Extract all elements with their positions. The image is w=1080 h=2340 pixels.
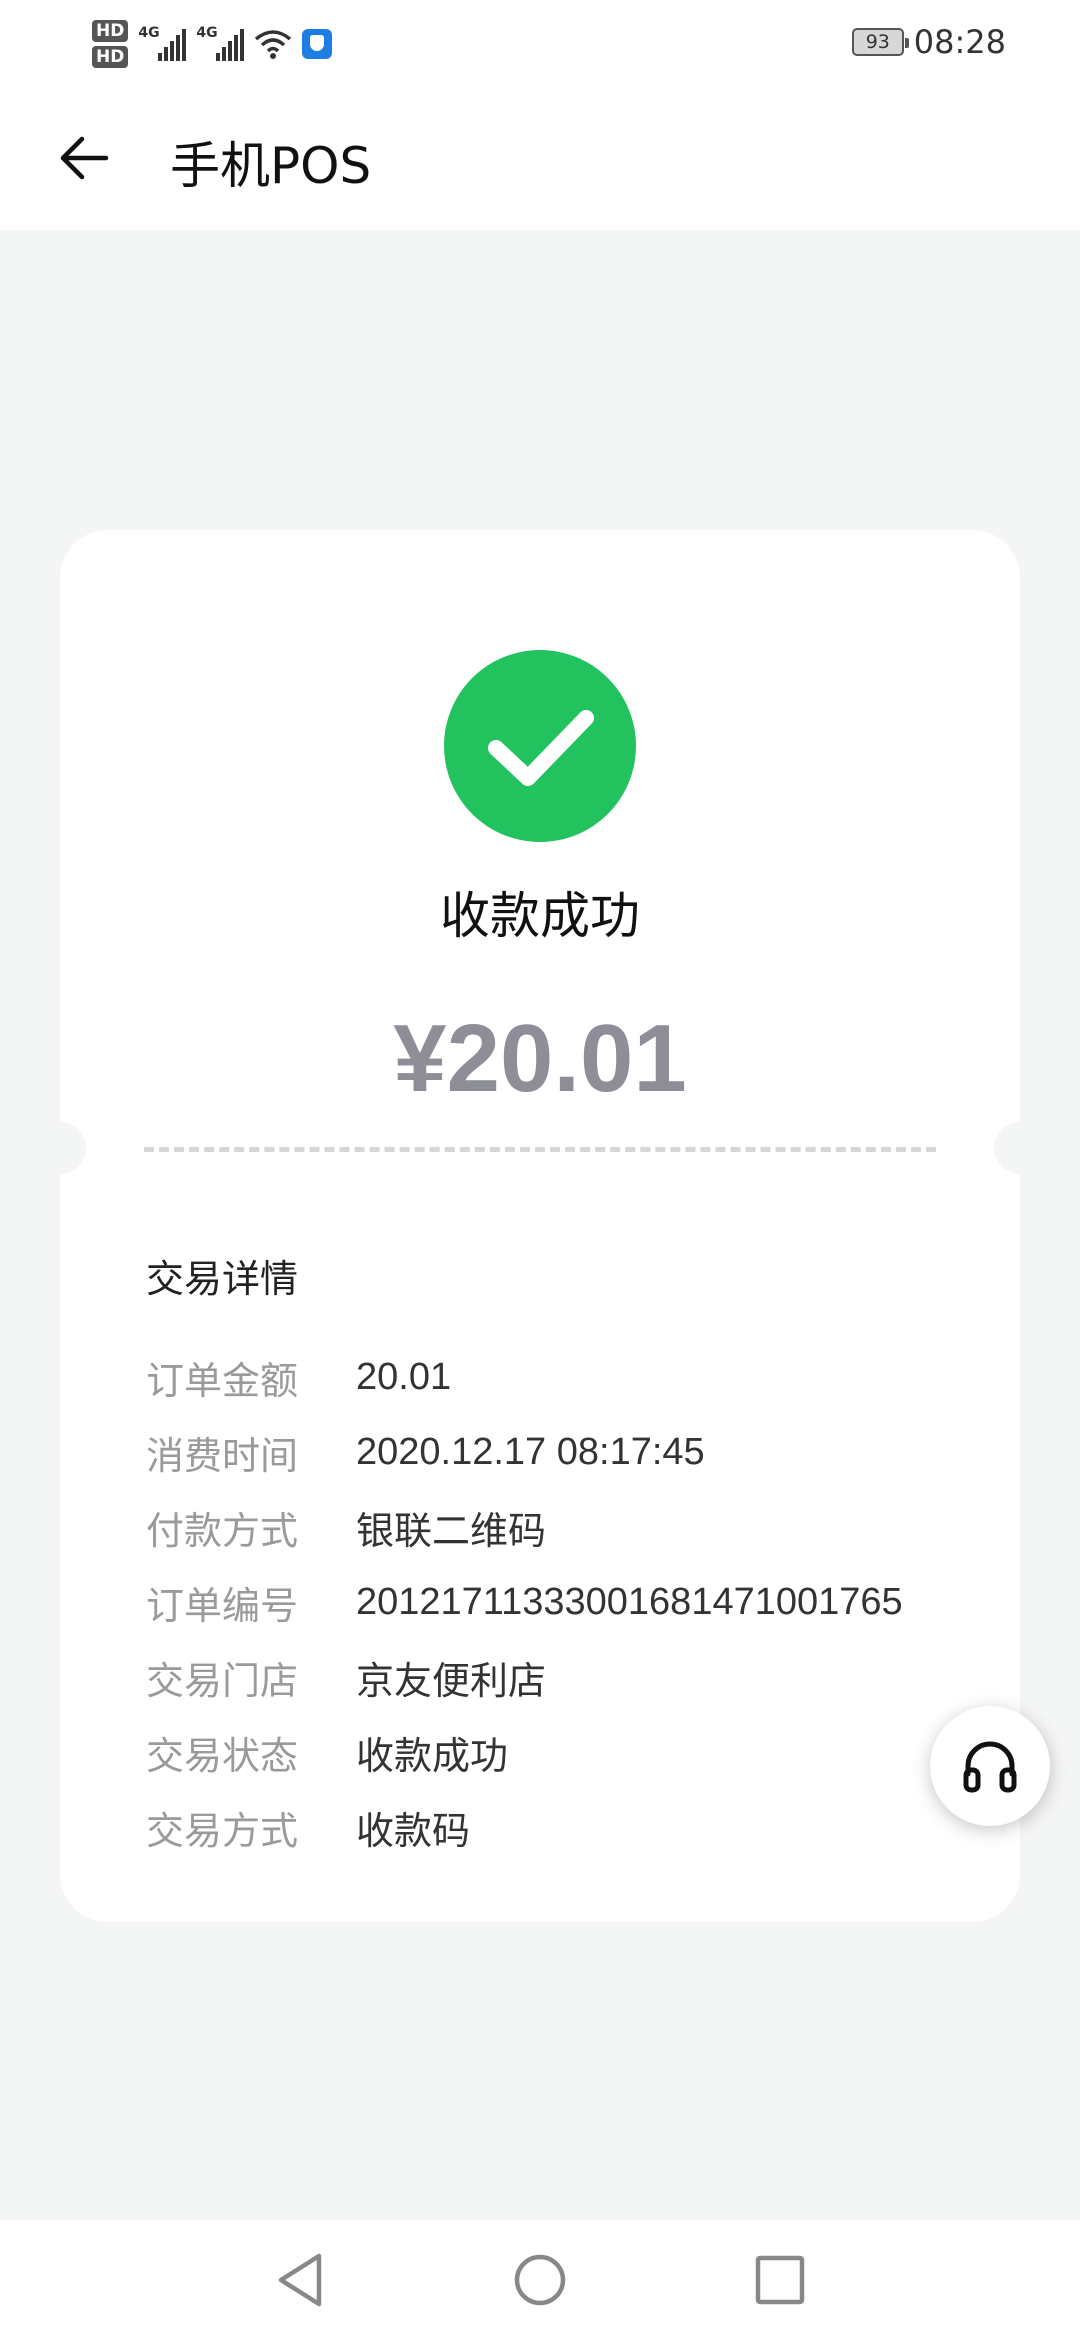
wifi-icon <box>254 28 292 60</box>
detail-label: 订单编号 <box>146 1584 299 1628</box>
triangle-back-icon <box>278 2253 322 2307</box>
detail-value: 银联二维码 <box>356 1511 547 1553</box>
network-type-2: 4G <box>196 25 218 41</box>
nav-back-button[interactable] <box>270 2250 330 2310</box>
card-notch-left <box>34 1122 86 1174</box>
check-circle-icon <box>444 650 636 842</box>
clock: 08:28 <box>913 23 1006 61</box>
detail-row-method: 交易方式 收款码 <box>146 1790 1006 1865</box>
success-title: 收款成功 <box>440 887 640 945</box>
detail-row-order-no: 订单编号 20121711333001681471001765 <box>146 1565 1006 1640</box>
network-type-1: 4G <box>138 25 160 41</box>
hd-icon-1: HD <box>92 20 129 42</box>
hd-icon-2: HD <box>92 46 129 68</box>
detail-label: 交易方式 <box>146 1809 299 1853</box>
receipt-card: 收款成功 ¥20.01 交易详情 订单金额 20.01 消费时间 2020.12… <box>34 530 1046 1922</box>
detail-value: 20121711333001681471001765 <box>356 1581 903 1623</box>
customer-support-button[interactable] <box>930 1706 1050 1826</box>
page-title: 手机POS <box>170 137 372 195</box>
headphones-icon <box>963 1741 1017 1793</box>
detail-row-payment: 付款方式 银联二维码 <box>146 1490 1006 1565</box>
app-bar: 手机POS <box>0 88 1080 230</box>
arrow-left-icon <box>60 136 109 180</box>
nav-home-button[interactable] <box>510 2250 570 2310</box>
detail-label: 付款方式 <box>146 1509 299 1553</box>
system-nav-bar <box>0 2220 1080 2340</box>
detail-row-store: 交易门店 京友便利店 <box>146 1640 1006 1715</box>
detail-row-status: 交易状态 收款成功 <box>146 1715 1006 1790</box>
signal-icon-1: 4G <box>138 25 187 61</box>
detail-row-amount: 订单金额 20.01 <box>146 1340 1006 1415</box>
status-bar: HD HD 4G 4G 93 08:28 <box>0 0 1080 88</box>
detail-row-time: 消费时间 2020.12.17 08:17:45 <box>146 1415 1006 1490</box>
detail-label: 交易状态 <box>146 1734 299 1778</box>
section-title: 交易详情 <box>146 1257 299 1301</box>
details-list: 订单金额 20.01 消费时间 2020.12.17 08:17:45 付款方式… <box>146 1340 1006 1865</box>
detail-value: 京友便利店 <box>356 1661 547 1703</box>
hd-indicators: HD HD <box>92 20 129 68</box>
status-right: 93 08:28 <box>851 22 1006 62</box>
signal-icon-2: 4G <box>196 25 245 61</box>
nav-recent-button[interactable] <box>750 2250 810 2310</box>
detail-value: 收款成功 <box>356 1736 509 1778</box>
square-recent-icon <box>755 2255 805 2305</box>
detail-label: 消费时间 <box>146 1434 299 1478</box>
detail-value: 收款码 <box>356 1811 471 1853</box>
card-notch-right <box>994 1122 1046 1174</box>
detail-label: 订单金额 <box>146 1359 299 1403</box>
detail-value: 20.01 <box>356 1356 452 1398</box>
back-button[interactable] <box>48 122 120 194</box>
circle-home-icon <box>514 2254 566 2306</box>
status-left: HD HD 4G 4G <box>92 14 333 74</box>
amount: ¥20.01 <box>393 1005 687 1112</box>
battery-icon: 93 <box>851 28 909 56</box>
detail-label: 交易门店 <box>146 1659 299 1703</box>
shield-icon <box>302 29 333 59</box>
dashed-divider <box>144 1147 936 1152</box>
detail-value: 2020.12.17 08:17:45 <box>356 1431 705 1473</box>
